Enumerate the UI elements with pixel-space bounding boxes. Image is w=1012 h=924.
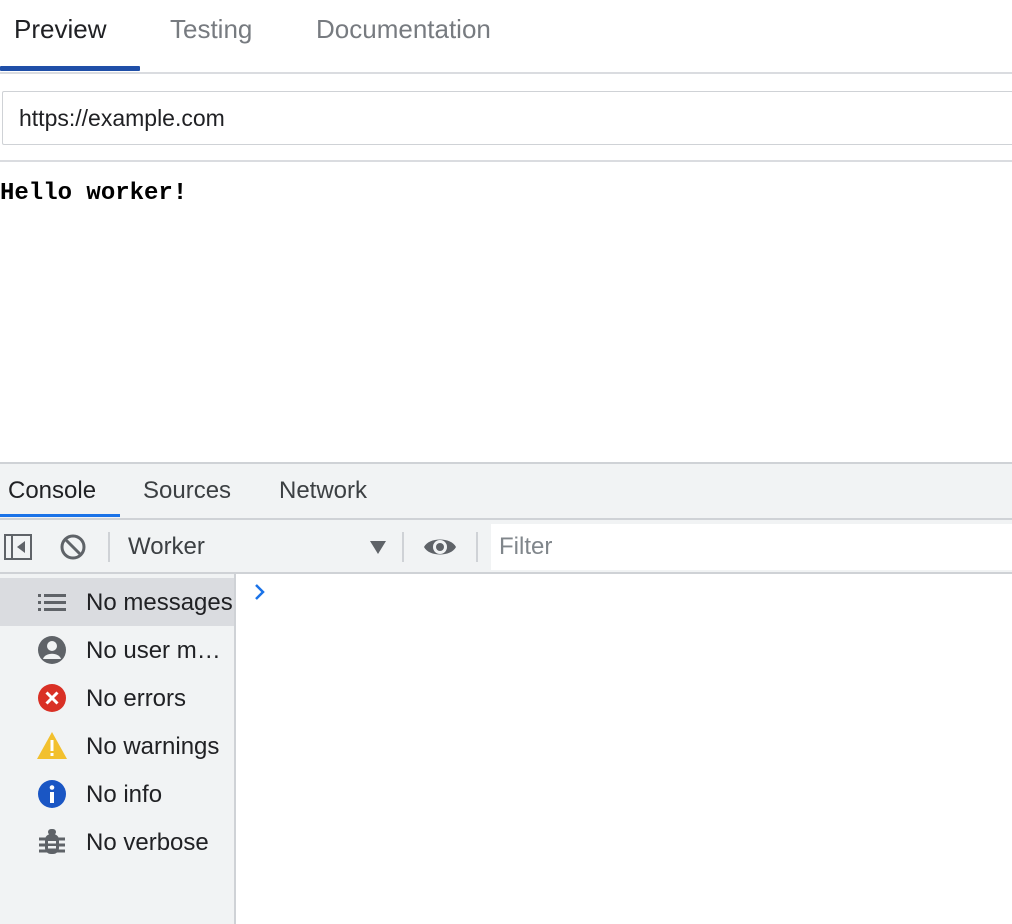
- sidebar-item-info[interactable]: No info: [0, 770, 234, 818]
- url-bar: [0, 74, 1012, 162]
- tab-sources[interactable]: Sources: [143, 464, 231, 518]
- sidebar-item-label: No warnings: [86, 733, 220, 760]
- preview-pane: Hello worker!: [0, 162, 1012, 462]
- preview-output-text: Hello worker!: [0, 180, 188, 207]
- console-toolbar: Worker: [0, 520, 1012, 574]
- sidebar-item-verbose[interactable]: No verbose: [0, 818, 234, 866]
- tab-network[interactable]: Network: [279, 464, 367, 518]
- console-prompt-icon: [252, 582, 268, 607]
- warning-icon: [36, 730, 68, 762]
- clear-console-icon[interactable]: [59, 533, 87, 566]
- info-icon: [36, 778, 68, 810]
- sidebar-toggle-icon[interactable]: [4, 533, 32, 566]
- sidebar-item-errors[interactable]: No errors: [0, 674, 234, 722]
- sidebar-item-label: No messages: [86, 589, 233, 616]
- sidebar-item-messages[interactable]: No messages: [0, 578, 234, 626]
- tab-console[interactable]: Console: [8, 464, 96, 518]
- sidebar-item-label: No errors: [86, 685, 187, 712]
- context-selector-value: Worker: [128, 533, 205, 560]
- url-input[interactable]: [2, 91, 1012, 145]
- devtools-tab-bar: Console Sources Network: [0, 464, 1012, 520]
- chevron-down-icon: [370, 541, 386, 554]
- eye-icon[interactable]: [423, 533, 457, 566]
- devtools-active-tab-indicator: [0, 514, 120, 517]
- error-icon: [36, 682, 68, 714]
- devtools-panel: Console Sources Network Worker Filter No…: [0, 462, 1012, 924]
- sidebar-item-user-messages[interactable]: No user messages: [0, 626, 234, 674]
- list-icon: [36, 586, 68, 618]
- active-tab-indicator: [0, 66, 140, 71]
- toolbar-divider: [476, 532, 478, 562]
- app-window: Preview Testing Documentation Hello work…: [0, 0, 1012, 924]
- sidebar-item-label: No info: [86, 781, 163, 808]
- top-tab-bar: Preview Testing Documentation: [0, 0, 1012, 74]
- toolbar-divider: [402, 532, 404, 562]
- tab-preview[interactable]: Preview: [14, 0, 106, 72]
- toolbar-divider: [108, 532, 110, 562]
- sidebar-item-label: No verbose: [86, 829, 209, 856]
- console-output[interactable]: [236, 574, 1012, 924]
- bug-icon: [36, 826, 68, 858]
- context-selector[interactable]: Worker: [120, 526, 396, 568]
- tab-documentation[interactable]: Documentation: [316, 0, 491, 72]
- console-filter-input[interactable]: [491, 524, 1012, 570]
- sidebar-item-label: No user messages: [86, 637, 234, 664]
- console-sidebar: No messages No user messages: [0, 574, 236, 924]
- sidebar-item-warnings[interactable]: No warnings: [0, 722, 234, 770]
- tab-testing[interactable]: Testing: [170, 0, 252, 72]
- console-body: No messages No user messages: [0, 574, 1012, 924]
- user-icon: [36, 634, 68, 666]
